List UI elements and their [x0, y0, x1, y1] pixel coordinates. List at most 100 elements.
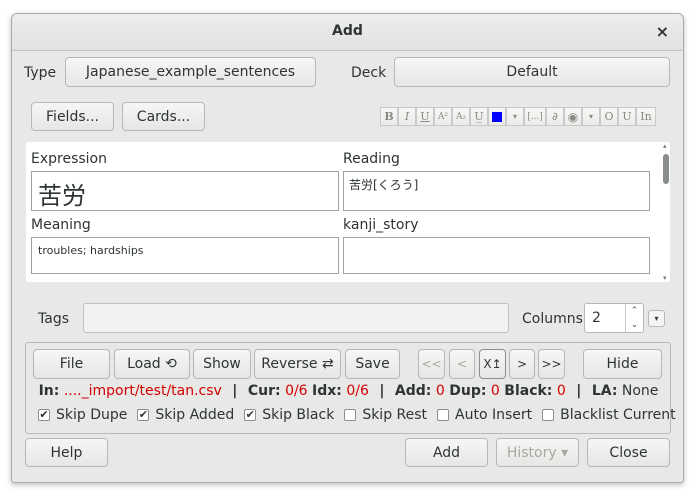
history-button[interactable]: History ▾	[496, 438, 579, 467]
expression-value: 苦労	[38, 182, 86, 210]
meaning-value: troubles; hardships	[38, 244, 144, 257]
load-button[interactable]: Load ⟲	[114, 349, 190, 379]
reading-field[interactable]: 苦労[くろう]	[343, 171, 650, 211]
import-options: ✔ Skip Dupe ✔ Skip Added ✔ Skip Black Skip …	[38, 406, 683, 424]
black-label: Black:	[504, 383, 553, 399]
format-u-icon[interactable]: U	[618, 107, 636, 126]
note-type-button[interactable]: Japanese_example_sentences	[65, 57, 316, 87]
editor-scrollbar[interactable]: ▴ ▾	[660, 142, 672, 282]
close-icon[interactable]: ×	[656, 22, 669, 41]
check-box[interactable]: ✔	[244, 409, 257, 421]
text-color-icon[interactable]	[488, 107, 506, 126]
check-box[interactable]: ✔	[38, 409, 50, 421]
add-label: Add:	[394, 383, 432, 399]
checkbox-label: Auto Insert	[455, 407, 533, 423]
format-toolbar: B I U A² A₂ U̲ ▾ [...] ∂ ◉ ▾ O U In	[380, 107, 656, 128]
color-dropdown-icon[interactable]: ▾	[506, 107, 524, 126]
field-label-kanji-story: kanji_story	[343, 217, 419, 233]
save-button[interactable]: Save	[345, 349, 400, 379]
cur-label: Cur:	[247, 383, 281, 399]
more-dropdown-icon[interactable]: ▾	[582, 107, 600, 126]
skip-black-checkbox[interactable]: ✔ Skip Black	[244, 406, 334, 424]
columns-value: 2	[592, 310, 601, 326]
checkbox-label: Skip Black	[262, 407, 335, 423]
check-box[interactable]: ✔	[137, 409, 150, 421]
deck-button[interactable]: Default	[394, 57, 670, 87]
la-label: LA:	[591, 383, 618, 399]
add-button[interactable]: Add	[405, 438, 488, 467]
check-box[interactable]	[542, 409, 555, 421]
check-box[interactable]	[437, 409, 450, 421]
import-stats: In: ...._import/test/tan.csv | Cur: 0/6 …	[12, 383, 683, 399]
stats-separator: |	[232, 383, 238, 399]
chevron-down-icon[interactable]: ⌄	[626, 318, 643, 332]
clear-format-icon[interactable]: U̲	[470, 107, 488, 126]
columns-dropdown-icon[interactable]: ▾	[648, 310, 665, 327]
field-label-meaning: Meaning	[31, 217, 91, 233]
last-record-button[interactable]: >>	[538, 349, 565, 379]
jump-record-button[interactable]: X↥	[479, 349, 506, 379]
underline-icon[interactable]: U	[416, 107, 434, 126]
fields-button[interactable]: Fields...	[31, 102, 114, 131]
check-box[interactable]	[344, 409, 357, 421]
scroll-down-icon[interactable]: ▾	[663, 274, 667, 282]
add-count: 0	[435, 383, 445, 399]
stats-separator: |	[379, 383, 385, 399]
help-button[interactable]: Help	[25, 438, 108, 467]
hide-button[interactable]: Hide	[583, 349, 662, 379]
expression-field[interactable]: 苦労	[31, 171, 339, 211]
checkbox-label: Skip Added	[155, 407, 235, 423]
cur-value: 0/6	[285, 383, 308, 399]
in-label: In:	[38, 383, 60, 399]
columns-label: Columns:	[522, 311, 588, 327]
record-icon[interactable]: ◉	[564, 107, 582, 126]
bold-icon[interactable]: B	[380, 107, 398, 126]
skip-rest-checkbox[interactable]: Skip Rest	[344, 406, 427, 424]
tags-input[interactable]	[83, 303, 509, 333]
blacklist-current-checkbox[interactable]: Blacklist Current	[542, 406, 676, 424]
format-in-icon[interactable]: In	[636, 107, 656, 126]
window-title: Add	[332, 23, 363, 39]
dup-label: Dup:	[449, 383, 487, 399]
idx-value: 0/6	[346, 383, 369, 399]
skip-added-checkbox[interactable]: ✔ Skip Added	[137, 406, 234, 424]
skip-dupe-checkbox[interactable]: ✔ Skip Dupe	[38, 406, 127, 424]
show-button[interactable]: Show	[193, 349, 251, 379]
cloze-icon[interactable]: [...]	[524, 107, 546, 126]
first-record-button[interactable]: <<	[418, 349, 445, 379]
prev-record-button[interactable]: <	[449, 349, 475, 379]
columns-stepper[interactable]: ⌃ ⌄	[625, 304, 643, 332]
auto-insert-checkbox[interactable]: Auto Insert	[437, 406, 532, 424]
field-label-reading: Reading	[343, 151, 400, 167]
chevron-up-icon[interactable]: ⌃	[626, 304, 643, 318]
tags-label: Tags	[38, 311, 69, 327]
next-record-button[interactable]: >	[509, 349, 535, 379]
la-value: None	[621, 383, 659, 399]
cards-button[interactable]: Cards...	[122, 102, 205, 131]
scroll-up-icon[interactable]: ▴	[663, 142, 667, 150]
reverse-button[interactable]: Reverse ⇄	[254, 349, 341, 379]
dup-count: 0	[490, 383, 500, 399]
scrollbar-thumb[interactable]	[663, 154, 669, 184]
deck-label: Deck	[351, 65, 387, 81]
black-count: 0	[556, 383, 566, 399]
kanji-story-field[interactable]	[343, 237, 650, 274]
meaning-field[interactable]: troubles; hardships	[31, 237, 339, 274]
reading-value: 苦労[くろう]	[349, 178, 419, 192]
subscript-icon[interactable]: A₂	[452, 107, 470, 126]
italic-icon[interactable]: I	[398, 107, 416, 126]
in-path: ...._import/test/tan.csv	[63, 383, 222, 399]
idx-label: Idx:	[312, 383, 342, 399]
format-o-icon[interactable]: O	[600, 107, 618, 126]
checkbox-label: Blacklist Current	[560, 407, 676, 423]
columns-spinbox[interactable]: 2 ⌃ ⌄	[584, 303, 644, 333]
close-button[interactable]: Close	[587, 438, 670, 467]
attach-icon[interactable]: ∂	[546, 107, 564, 126]
superscript-icon[interactable]: A²	[434, 107, 452, 126]
add-dialog-window: Add × Type Japanese_example_sentences De…	[11, 13, 684, 483]
stats-separator: |	[576, 383, 582, 399]
file-button[interactable]: File	[33, 349, 110, 379]
field-editor: Expression 苦労 Reading 苦労[くろう] Meaning tr…	[26, 142, 670, 282]
checkbox-label: Skip Rest	[362, 407, 428, 423]
type-label: Type	[24, 65, 57, 81]
